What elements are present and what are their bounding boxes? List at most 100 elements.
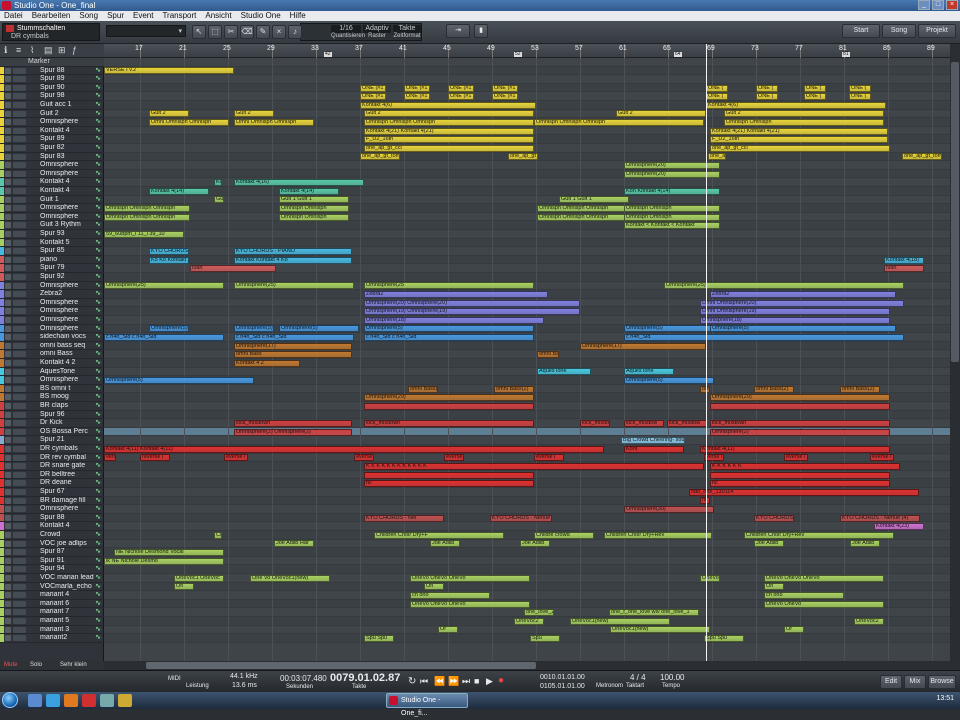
clip-event[interactable]: ONE (#1 a xyxy=(448,93,474,101)
clip-event[interactable]: Or xyxy=(784,626,804,634)
media-icon[interactable] xyxy=(64,694,78,707)
clip-event[interactable]: omni Bass xyxy=(234,351,352,359)
record-arm-icon[interactable] xyxy=(5,437,11,444)
track-lane[interactable] xyxy=(104,350,950,359)
track-header[interactable]: Omnisphere ∿ xyxy=(0,376,104,385)
track-header[interactable]: BS omni t ∿ xyxy=(0,384,104,394)
marker-flag[interactable]: 81 xyxy=(842,52,850,57)
mute-solo-buttons[interactable] xyxy=(13,93,26,100)
record-icon[interactable]: ● xyxy=(498,675,504,686)
clip-event[interactable]: Omnisphere(5) xyxy=(234,325,274,333)
mute-solo-buttons[interactable] xyxy=(13,609,26,616)
track-header[interactable]: DR cymbals ∿ xyxy=(0,445,104,454)
clip-event[interactable]: ch oho xyxy=(764,592,844,599)
marker-flag[interactable]: 64 xyxy=(674,52,682,57)
mute-solo-buttons[interactable] xyxy=(13,635,26,642)
mute-solo-buttons[interactable] xyxy=(13,205,26,212)
clip-event[interactable]: Omnisphere(5) xyxy=(710,325,896,333)
clip-event[interactable]: Omnisphere(25 xyxy=(364,282,534,290)
track-header[interactable]: Omnisphere ∿ xyxy=(0,169,104,179)
mute-solo-buttons[interactable] xyxy=(13,299,26,306)
record-arm-icon[interactable] xyxy=(5,454,11,461)
clip-event[interactable] xyxy=(364,402,534,410)
track-header[interactable]: Omnisphere ∿ xyxy=(0,324,104,334)
clip-event[interactable]: OneVo OneVo OneVo xyxy=(410,600,530,608)
clip-event[interactable]: ONE (#1 a xyxy=(360,93,386,101)
track-header[interactable]: mariant 3 ∿ xyxy=(0,625,104,635)
clip-event[interactable]: On xyxy=(424,583,444,591)
time-signature[interactable]: 4 / 4 xyxy=(630,673,646,682)
clip-event[interactable] xyxy=(364,471,534,479)
track-lane[interactable] xyxy=(104,341,950,351)
clip-event[interactable]: Spu Spu xyxy=(364,635,394,642)
add-track-icon[interactable]: ≡ xyxy=(16,45,21,55)
clip-event[interactable]: OneVo OneVo OneVo xyxy=(764,574,884,582)
mute-solo-buttons[interactable] xyxy=(13,557,26,564)
track-header[interactable]: mariant 7 ∿ xyxy=(0,608,104,617)
clip-event[interactable]: Omnisphere(5) xyxy=(624,377,714,384)
mute-solo-buttons[interactable] xyxy=(13,153,26,160)
record-arm-icon[interactable] xyxy=(5,93,11,100)
clip-event[interactable]: Omnisphere(17) xyxy=(580,342,706,350)
clip-event[interactable]: omni Bass(2) xyxy=(754,385,794,393)
track-header[interactable]: sidechain vocs ∿ xyxy=(0,333,104,342)
marker-track-header[interactable]: Marker xyxy=(0,58,104,67)
clip-event[interactable]: Guit 2 xyxy=(149,110,189,118)
clip-event[interactable]: hi xyxy=(700,497,710,505)
clip-event[interactable]: Omnisphere(5) xyxy=(624,325,714,333)
clip-event[interactable]: one_ap_gt_ccl xyxy=(710,144,890,152)
record-arm-icon[interactable] xyxy=(5,514,11,521)
mute-solo-buttons[interactable] xyxy=(13,325,26,332)
clip-event[interactable]: KYO CHORUS - F xyxy=(149,248,189,255)
clip-event[interactable]: Kontakt 4(6) xyxy=(706,101,886,109)
clip-event[interactable]: Omnisphere(5) xyxy=(364,325,534,333)
record-arm-icon[interactable] xyxy=(5,196,11,203)
track-header[interactable]: Omnisphere ∿ xyxy=(0,204,104,213)
track-lane[interactable] xyxy=(104,496,950,506)
track-lane[interactable] xyxy=(104,582,950,592)
clip-event[interactable]: Omnisphere(5) xyxy=(104,377,254,384)
clip-event[interactable]: Joe Adlib xyxy=(430,540,460,548)
mute-solo-buttons[interactable] xyxy=(13,514,26,521)
clip-event[interactable]: c h4n_Sid c h4n_Sid xyxy=(364,334,534,341)
clip-event[interactable]: kick_mixdow xyxy=(580,420,610,427)
track-header[interactable]: Guit 1 ∿ xyxy=(0,195,104,205)
clip-event[interactable]: Omnisphere(25) xyxy=(664,282,904,290)
track-lane[interactable] xyxy=(104,75,950,84)
clip-event[interactable]: Kontakt 4(23) xyxy=(874,523,924,531)
track-lane[interactable] xyxy=(104,367,950,377)
clip-event[interactable]: one_ap_gt xyxy=(508,153,538,161)
mute-solo-buttons[interactable] xyxy=(13,592,26,599)
clip-event[interactable]: Guit 1 Guit 1 xyxy=(279,196,349,204)
clip-event[interactable]: kick_mixdow xyxy=(624,420,664,427)
track-info-box[interactable]: Stummschalten DR cymbals xyxy=(2,23,100,41)
mute-solo-buttons[interactable] xyxy=(13,575,26,581)
record-arm-icon[interactable] xyxy=(5,463,11,470)
clip-event[interactable]: Omnisph Omnisph Omnisph xyxy=(104,205,190,212)
mute-solo-buttons[interactable] xyxy=(13,145,26,151)
record-arm-icon[interactable] xyxy=(5,119,11,126)
clip-event[interactable]: Omnisphere(5) xyxy=(279,325,359,333)
mute-solo-buttons[interactable] xyxy=(13,420,26,427)
track-header[interactable]: OS Bossa Perc ∿ xyxy=(0,427,104,437)
track-lane[interactable] xyxy=(104,359,950,368)
clip-event[interactable]: Cul xyxy=(214,531,222,539)
horizontal-scrollbar-thumb[interactable] xyxy=(146,662,536,669)
mute-solo-buttons[interactable] xyxy=(13,360,26,366)
mute-solo-buttons[interactable] xyxy=(13,411,26,418)
mute-solo-buttons[interactable] xyxy=(13,317,26,323)
clip-event[interactable]: One Vo OneVoc1(new) xyxy=(250,574,330,582)
track-lane[interactable] xyxy=(104,221,950,230)
track-header[interactable]: DR rev cymbal ∿ xyxy=(0,453,104,463)
record-arm-icon[interactable] xyxy=(5,497,11,504)
clip-event[interactable]: Omnisph Omnisph Omnisph xyxy=(104,213,190,221)
clip-event[interactable]: everse I xyxy=(870,454,894,462)
mute-solo-buttons[interactable] xyxy=(13,403,26,409)
record-arm-icon[interactable] xyxy=(5,489,11,495)
mute-solo-buttons[interactable] xyxy=(13,308,26,315)
clip-event[interactable]: F_U2_16th xyxy=(364,136,534,144)
clip-event[interactable]: ch oho xyxy=(410,592,490,599)
clip-event[interactable]: ONE (#1 a xyxy=(492,93,518,101)
record-arm-icon[interactable] xyxy=(5,136,11,143)
menu-ansicht[interactable]: Ansicht xyxy=(205,11,231,21)
